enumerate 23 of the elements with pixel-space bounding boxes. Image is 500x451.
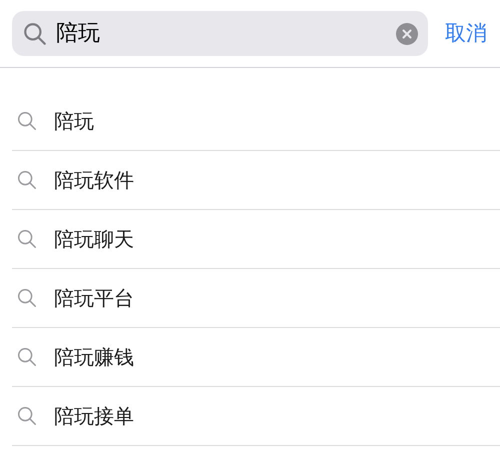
search-query: 陪玩: [56, 20, 100, 48]
search-icon: [16, 405, 38, 427]
search-icon: [16, 346, 38, 368]
search-icon: [16, 110, 38, 132]
suggestion-text: 陪玩聊天: [54, 226, 134, 253]
suggestion-item[interactable]: 陪玩赚钱: [12, 328, 500, 387]
suggestion-text: 陪玩赚钱: [54, 344, 134, 371]
suggestion-item[interactable]: 陪玩: [12, 92, 500, 151]
suggestion-text: 陪玩软件: [54, 167, 134, 194]
clear-icon[interactable]: [396, 22, 418, 44]
suggestion-text: 陪玩接单: [54, 403, 134, 430]
suggestion-item[interactable]: 陪玩聊天: [12, 210, 500, 269]
search-icon: [22, 20, 48, 46]
search-icon: [16, 228, 38, 250]
search-icon: [16, 169, 38, 191]
suggestion-item[interactable]: 陪玩平台: [12, 269, 500, 328]
search-field[interactable]: 陪玩: [12, 11, 428, 56]
suggestion-item[interactable]: 陪玩接单: [12, 387, 500, 446]
search-icon: [16, 287, 38, 309]
suggestion-item[interactable]: 陪玩软件: [12, 151, 500, 210]
cancel-button[interactable]: 取消: [445, 18, 487, 50]
suggestion-text: 陪玩平台: [54, 285, 134, 312]
suggestion-text: 陪玩: [54, 108, 94, 135]
